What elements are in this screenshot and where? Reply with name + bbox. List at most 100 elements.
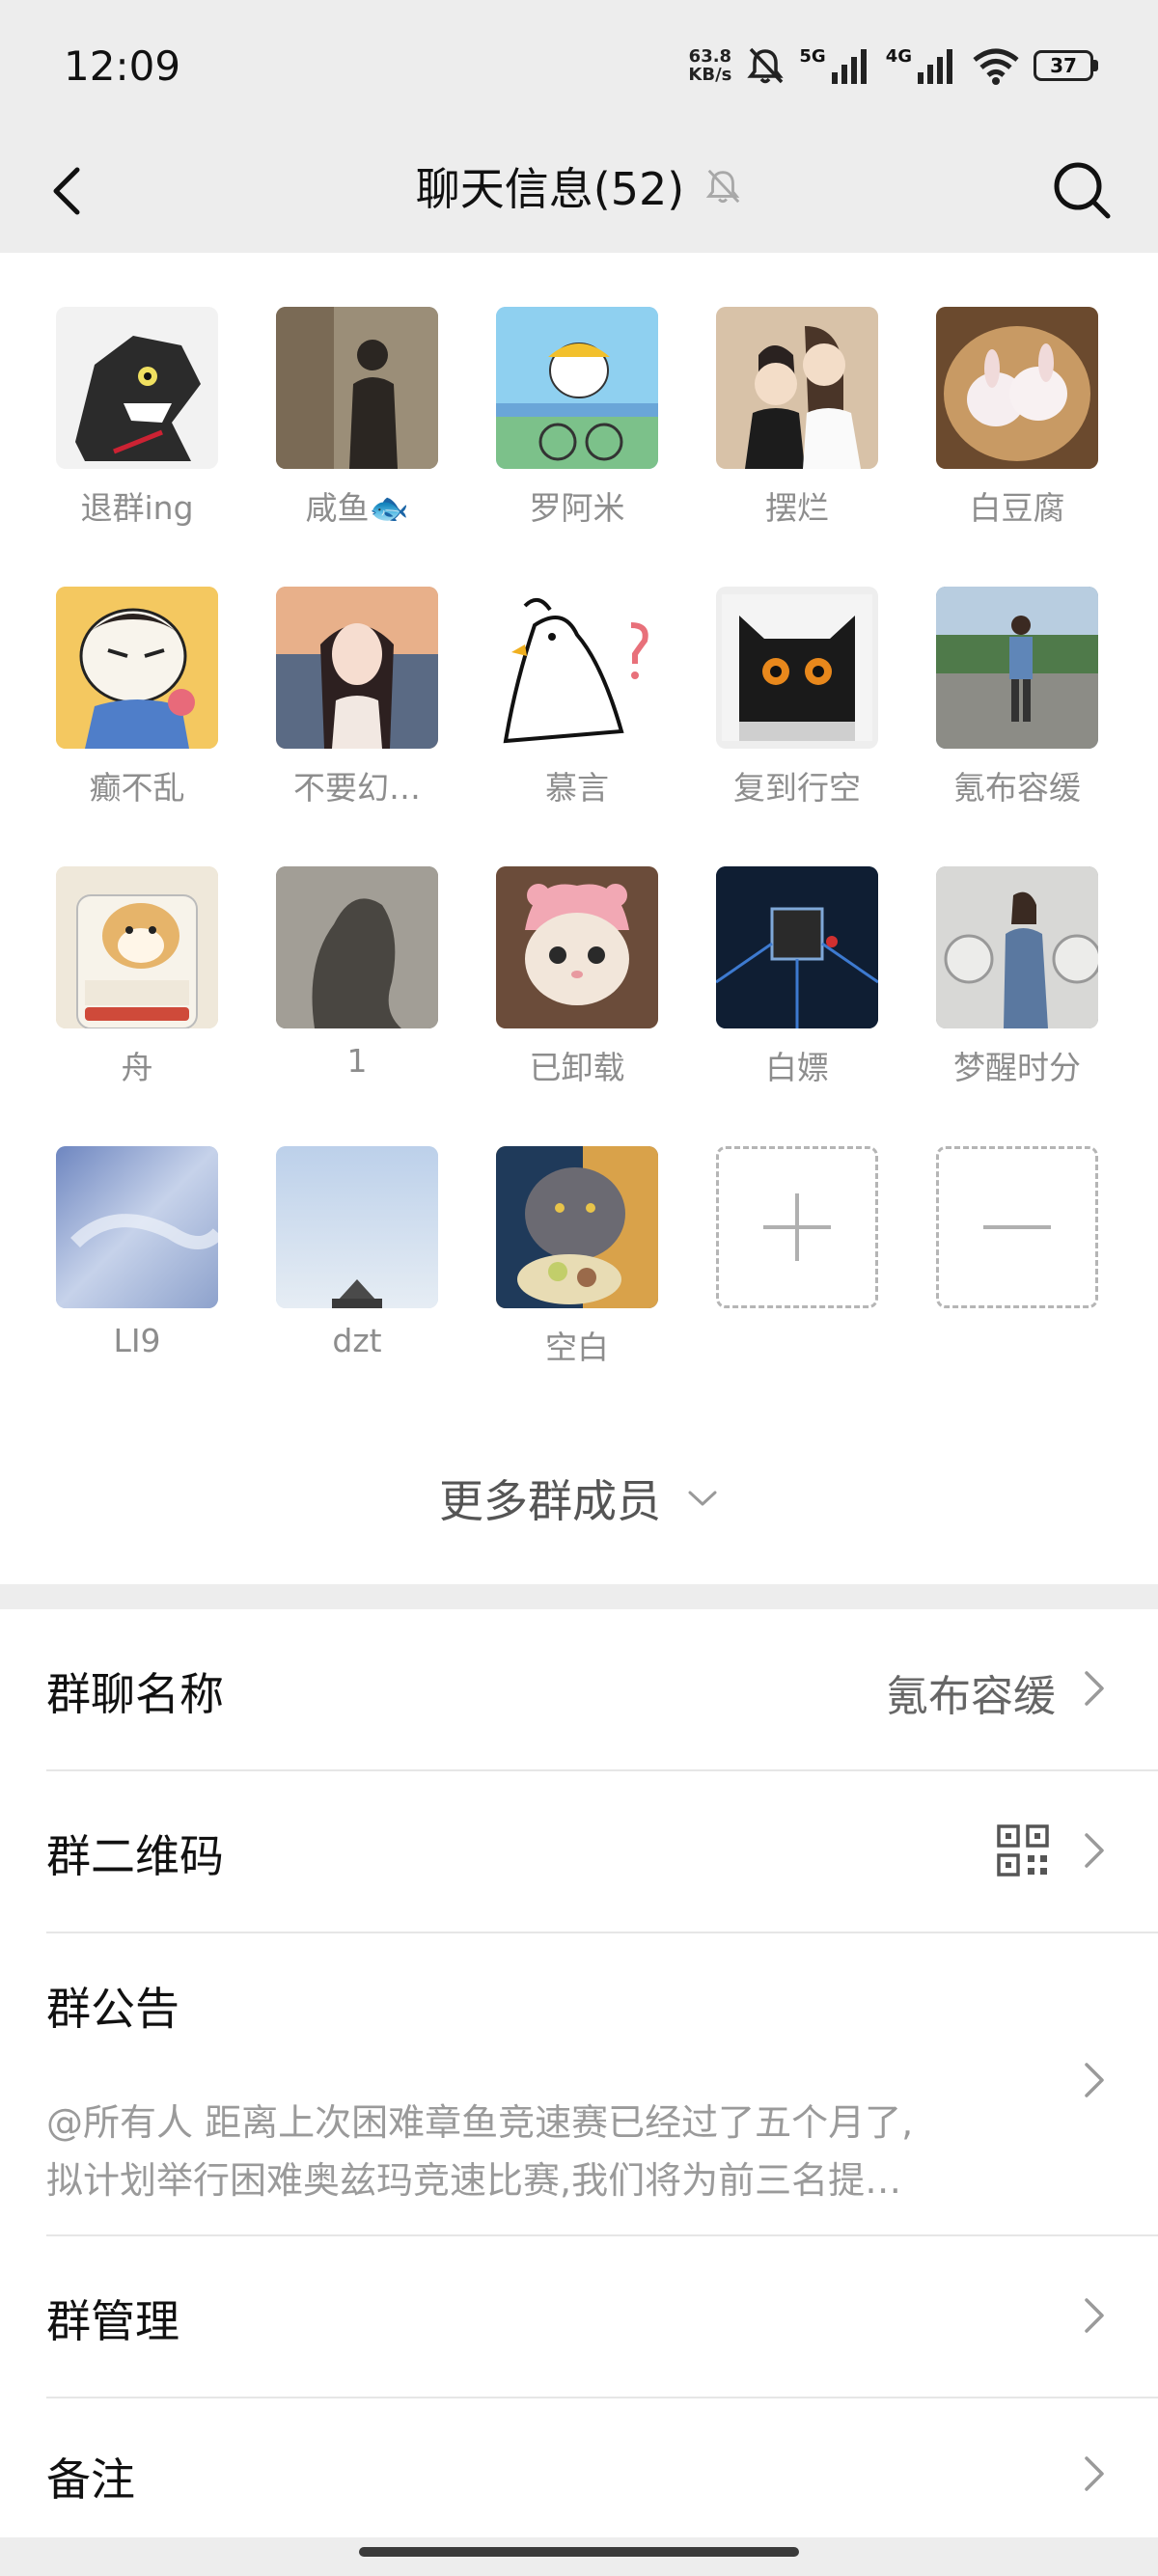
mute-bell-icon: [747, 47, 785, 84]
avatar: [496, 1146, 658, 1308]
more-members-button[interactable]: 更多群成员: [0, 1466, 1158, 1530]
member-name: 梦醒时分: [953, 1049, 1081, 1086]
battery-tip: [1093, 60, 1098, 71]
group-manage-row[interactable]: 群管理: [0, 2236, 1158, 2397]
avatar: [716, 866, 878, 1028]
nav-bar: 聊天信息(52): [0, 137, 1158, 253]
avatar: [276, 587, 438, 749]
member-tile[interactable]: 摆烂: [701, 253, 894, 527]
member-name: 空白: [545, 1329, 609, 1366]
group-qr-row[interactable]: 群二维码: [0, 1771, 1158, 1932]
chevron-right-icon: [1085, 1833, 1104, 1868]
minus-icon: [983, 1225, 1051, 1229]
chevron-down-icon: [688, 1491, 717, 1506]
avatar: [936, 307, 1098, 469]
member-name: 摆烂: [765, 489, 829, 527]
member-name: 复到行空: [733, 769, 861, 807]
member-tile[interactable]: 慕言: [481, 533, 674, 807]
avatar: [496, 866, 658, 1028]
signal-icon: [918, 49, 952, 84]
group-notice-row[interactable]: 群公告 @所有人 距离上次困难章鱼竞速赛已经过了五个月了, 拟计划举行困难奥兹玛…: [0, 1933, 1158, 2234]
member-tile[interactable]: dzt: [261, 1092, 454, 1359]
avatar: [56, 866, 218, 1028]
member-name: 癫不乱: [89, 769, 185, 807]
member-name: 白嫖: [765, 1049, 829, 1086]
avatar: [936, 866, 1098, 1028]
member-name: 退群ing: [80, 489, 194, 527]
page-title: 聊天信息(52): [415, 163, 685, 215]
group-qr-label: 群二维码: [46, 1830, 224, 1882]
avatar: [276, 866, 438, 1028]
member-tile[interactable]: 复到行空: [701, 533, 894, 807]
members-panel: 退群ing 咸鱼🐟 罗阿米 摆烂 白豆腐 癫不乱 不要幻… 慕言 复到行空 氪布…: [0, 253, 1158, 1584]
add-member-button[interactable]: [701, 1092, 894, 1324]
remark-label: 备注: [46, 2453, 135, 2506]
group-notice-line-1: @所有人 距离上次困难章鱼竞速赛已经过了五个月了,: [46, 2101, 914, 2144]
remove-member-button[interactable]: [921, 1092, 1114, 1324]
member-tile[interactable]: 退群ing: [41, 253, 234, 527]
avatar: [716, 587, 878, 749]
avatar: [276, 1146, 438, 1308]
member-name: 白豆腐: [969, 489, 1065, 527]
battery-icon: 37: [1034, 50, 1098, 81]
system-nav-bar: [0, 2537, 1158, 2576]
remove-member-tile[interactable]: [936, 1146, 1098, 1308]
member-tile[interactable]: 1: [261, 812, 454, 1080]
group-notice-line-2: 拟计划举行困难奥兹玛竞速比赛,我们将为前三名提…: [46, 2159, 902, 2202]
member-name: 罗阿米: [529, 489, 625, 527]
member-tile[interactable]: 空白: [481, 1092, 674, 1366]
chevron-right-icon: [1085, 1671, 1104, 1706]
member-name: 舟: [121, 1049, 153, 1086]
chevron-right-icon: [1085, 2456, 1104, 2491]
member-tile[interactable]: 不要幻…: [261, 533, 454, 807]
group-name-row[interactable]: 群聊名称 氪布容缓: [0, 1609, 1158, 1769]
avatar: [56, 1146, 218, 1308]
group-name-value: 氪布容缓: [886, 1672, 1056, 1721]
search-icon[interactable]: [1046, 154, 1119, 228]
group-manage-label: 群管理: [46, 2295, 179, 2347]
qr-code-icon: [997, 1824, 1049, 1877]
member-tile[interactable]: 已卸载: [481, 812, 674, 1086]
avatar: [56, 587, 218, 749]
signal-icon: [831, 49, 867, 84]
avatar: [936, 587, 1098, 749]
member-tile[interactable]: 舟: [41, 812, 234, 1086]
add-member-tile[interactable]: [716, 1146, 878, 1308]
avatar: [496, 587, 658, 749]
signal-1-label: 5G: [799, 46, 826, 67]
member-name: 不要幻…: [293, 769, 421, 807]
member-name: 已卸载: [529, 1049, 625, 1086]
network-speed-value: 63.8: [688, 46, 732, 67]
member-tile[interactable]: 白豆腐: [921, 253, 1114, 527]
settings-panel: 群聊名称 氪布容缓 群二维码 群公告 @所有人 距离上次困难章鱼竞速赛已经过了五…: [0, 1609, 1158, 2537]
member-tile[interactable]: 罗阿米: [481, 253, 674, 527]
remark-row[interactable]: 备注: [0, 2398, 1158, 2537]
member-tile[interactable]: 白嫖: [701, 812, 894, 1086]
avatar: [496, 307, 658, 469]
network-speed: 63.8 KB/s: [688, 47, 731, 84]
home-indicator[interactable]: [359, 2547, 799, 2557]
member-name: 1: [346, 1042, 368, 1080]
member-name: dzt: [332, 1322, 382, 1359]
group-notice-label: 群公告: [46, 1983, 179, 2035]
status-time: 12:09: [64, 42, 181, 90]
page-title-container: 聊天信息(52): [0, 154, 1158, 218]
member-name: 氪布容缓: [953, 769, 1081, 807]
network-speed-unit: KB/s: [688, 65, 732, 85]
member-tile[interactable]: 咸鱼🐟: [261, 253, 454, 527]
battery-level: 37: [1034, 50, 1093, 81]
member-tile[interactable]: LI9: [41, 1092, 234, 1359]
member-tile[interactable]: 氪布容缓: [921, 533, 1114, 807]
chevron-right-icon: [1085, 2298, 1104, 2333]
group-name-label: 群聊名称: [46, 1668, 224, 1720]
wifi-icon: [973, 48, 1019, 85]
member-tile[interactable]: 梦醒时分: [921, 812, 1114, 1086]
member-name: LI9: [113, 1322, 161, 1359]
member-tile[interactable]: 癫不乱: [41, 533, 234, 807]
status-bar: 12:09 63.8 KB/s 5G 4G 37: [0, 0, 1158, 137]
plus-icon: [763, 1193, 831, 1261]
member-name: 咸鱼🐟: [305, 489, 409, 527]
bell-off-icon: [705, 169, 740, 204]
avatar: [56, 307, 218, 469]
signal-2-label: 4G: [885, 46, 912, 67]
